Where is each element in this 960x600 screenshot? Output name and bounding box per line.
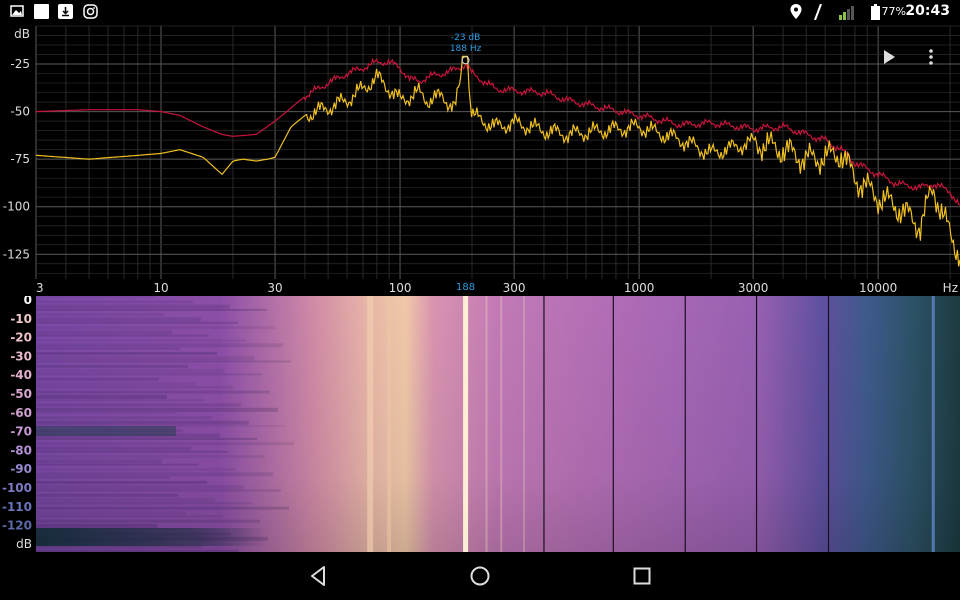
y-axis-unit: dB [14, 27, 30, 41]
x-tick-label: 1000 [624, 281, 655, 295]
spectrogram-y-tick-label: -70 [10, 425, 32, 439]
x-tick-label: 300 [503, 281, 526, 295]
y-tick-label: -25 [10, 57, 30, 71]
spectrogram-y-tick-label: -10 [10, 312, 32, 326]
spectrogram-y-axis-unit: dB [16, 537, 32, 551]
x-tick-label: 30 [267, 281, 282, 295]
spectrogram-harmonic-line [387, 296, 392, 552]
y-tick-label: -100 [3, 200, 30, 214]
y-tick-label: -50 [10, 105, 30, 119]
white-square-icon [34, 4, 49, 19]
spectrogram-y-axis: 0 -10 -20 -30 -40 -50 -60 -70 -80 -90 -100 -110 -120… [0, 293, 36, 552]
recents-button[interactable] [630, 564, 654, 588]
spectrogram-harmonic-line [522, 296, 525, 552]
home-button[interactable] [468, 564, 492, 588]
marker-frequency-label: 188 [456, 282, 475, 293]
x-tick-label: 3 [36, 281, 44, 295]
spectrogram-y-tick-label: -110 [2, 500, 32, 514]
spectrogram-y-tick-label: -50 [10, 387, 32, 401]
instagram-icon [83, 4, 98, 19]
status-bar: 77% 20:43 [0, 0, 960, 24]
data-icon [814, 4, 822, 20]
x-axis-unit: Hz [943, 281, 958, 295]
spectrogram-harmonic-line [500, 296, 503, 552]
spectrogram-shade [36, 296, 960, 552]
clock-time: 20:43 [905, 3, 950, 19]
spectrogram-y-tick-label: -120 [2, 519, 32, 533]
spectrogram-y-tick-label: -40 [10, 368, 32, 382]
spectrum-chart[interactable]: -25 -50 -75 -100 -125 dB 3 10 30 100 300 1000 3000 10… [0, 24, 960, 296]
x-tick-label: 10000 [859, 281, 897, 295]
peak-hz-label: 188 Hz [450, 44, 482, 54]
x-tick-label: 100 [389, 281, 412, 295]
back-button[interactable] [307, 564, 331, 588]
x-tick-label: 10 [153, 281, 168, 295]
battery-percentage: 77% [881, 5, 906, 18]
spectrogram-chart[interactable]: 0 -10 -20 -30 -40 -50 -60 -70 -80 -90 -100 -110 -120… [0, 293, 960, 554]
spectrogram-y-tick-label: -60 [10, 406, 32, 420]
spectrogram-harmonic-line [485, 296, 488, 552]
more-options-button[interactable] [922, 48, 940, 66]
spectrogram-y-tick-label: -80 [10, 443, 32, 457]
play-button[interactable] [880, 48, 898, 66]
spectrum-panel[interactable]: -25 -50 -75 -100 -125 dB 3 10 30 100 300 1000 3000 10… [0, 24, 960, 296]
y-tick-label: -75 [10, 152, 30, 166]
peak-hold-trace [36, 57, 960, 206]
spectrogram-harmonic-line [931, 296, 935, 552]
x-tick-label: 3000 [738, 281, 769, 295]
download-notification-icon [58, 4, 73, 19]
peak-db-label: -23 dB [451, 33, 480, 43]
spectrogram-y-tick-label: -20 [10, 331, 32, 345]
spectrogram-harmonic-line [367, 296, 374, 552]
gallery-icon [10, 5, 24, 17]
navigation-bar [0, 552, 960, 600]
spectrogram-y-tick-label: -100 [2, 481, 32, 495]
y-tick-label: -125 [3, 247, 30, 261]
spectrogram-y-tick-label: -90 [10, 462, 32, 476]
spectrogram-y-tick-label: 0 [24, 296, 32, 307]
spectrogram-harmonic-line [463, 296, 469, 552]
spectrogram-y-tick-label: -30 [10, 349, 32, 363]
battery-icon [871, 4, 880, 20]
signal-icon [839, 6, 854, 20]
location-icon [790, 4, 802, 19]
spectrogram-panel[interactable]: 0 -10 -20 -30 -40 -50 -60 -70 -80 -90 -100 -110 -120… [0, 293, 960, 554]
